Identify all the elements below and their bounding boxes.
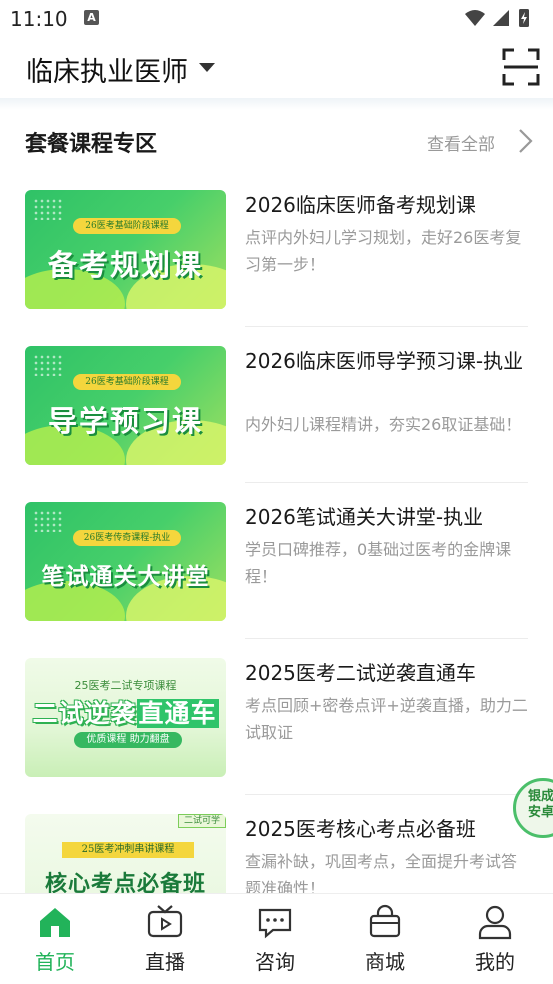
signal-icon	[493, 10, 509, 26]
home-icon	[40, 908, 70, 937]
divider	[245, 638, 528, 639]
thumbnail-title-plain: 二试逆袭	[32, 699, 137, 728]
course-name[interactable]: 2026临床医师备考规划课	[245, 190, 528, 221]
course-thumbnail[interactable]: 26医考基础阶段课程 导学预习课	[25, 346, 226, 465]
divider	[245, 326, 528, 327]
thumbnail-tag: 25医考冲刺串讲课程	[62, 842, 194, 858]
tab-label: 咨询	[255, 950, 295, 974]
divider	[245, 482, 528, 483]
status-time: 11:10	[10, 7, 68, 31]
wifi-icon	[465, 10, 485, 26]
thumbnail-title: 二试逆袭直通车	[25, 694, 226, 730]
thumbnail-title: 笔试通关大讲堂	[41, 564, 210, 590]
tab-label: 直播	[145, 950, 185, 974]
course-name[interactable]: 2025医考二试逆袭直通车	[245, 658, 528, 689]
course-description: 点评内外妇儿学习规划，走好26医考复习第一步！	[245, 228, 522, 274]
thumbnail-corner-tag: 二试可学	[178, 814, 226, 828]
tab-live[interactable]: 直播	[110, 894, 220, 984]
course-item[interactable]: 二试可学 25医考冲刺串讲课程 核心考点必备班 2025医考核心考点必备班 查漏…	[25, 814, 528, 893]
shopping-bag-icon	[369, 904, 401, 938]
tab-label: 商城	[365, 950, 405, 974]
caret-down-icon[interactable]	[199, 63, 215, 72]
thumbnail-title: 核心考点必备班	[44, 872, 206, 893]
course-name[interactable]: 2026笔试通关大讲堂-执业	[245, 502, 528, 533]
tab-label: 我的	[475, 950, 515, 974]
course-thumbnail[interactable]: 25医考二试专项课程 二试逆袭直通车 优质课程 助力翻盘	[25, 658, 226, 777]
exam-type-selector[interactable]: 临床执业医师	[26, 50, 188, 89]
course-description: 考点回顾+密卷点评+逆袭直播，助力二试取证	[245, 696, 528, 742]
decor-dots	[33, 510, 63, 532]
section-header: 套餐课程专区 查看全部	[0, 118, 553, 164]
tab-consult[interactable]: 咨询	[220, 894, 330, 984]
thumbnail-subtitle: 优质课程 助力翻盘	[74, 732, 182, 748]
course-item[interactable]: 26医考基础阶段课程 导学预习课 2026临床医师导学预习课-执业 内外妇儿课程…	[25, 346, 528, 502]
app-header: 临床执业医师	[0, 36, 553, 98]
chat-icon	[258, 908, 292, 939]
bottom-tab-bar: 首页 直播 咨询 商城 我的	[0, 893, 553, 984]
header-divider	[0, 98, 553, 110]
course-name[interactable]: 2026临床医师导学预习课-执业	[245, 346, 528, 377]
course-thumbnail[interactable]: 26医考基础阶段课程 备考规划课	[25, 190, 226, 309]
course-description: 内外妇儿课程精讲，夯实26取证基础！	[245, 415, 522, 434]
thumbnail-tag: 26医考传奇课程-执业	[73, 530, 181, 546]
status-bar: 11:10 A	[0, 0, 553, 36]
tab-home[interactable]: 首页	[0, 894, 110, 984]
course-thumbnail[interactable]: 二试可学 25医考冲刺串讲课程 核心考点必备班	[25, 814, 226, 893]
user-icon	[478, 905, 512, 940]
course-thumbnail[interactable]: 26医考传奇课程-执业 笔试通关大讲堂	[25, 502, 226, 621]
thumbnail-title: 导学预习课	[47, 404, 203, 438]
thumbnail-tag: 25医考二试专项课程	[74, 679, 177, 692]
thumbnail-tag: 26医考基础阶段课程	[73, 218, 181, 234]
divider	[245, 794, 528, 795]
chevron-right-icon[interactable]	[514, 128, 536, 154]
tv-icon	[147, 905, 183, 938]
course-name[interactable]: 2025医考核心考点必备班	[245, 814, 528, 845]
tab-label: 首页	[35, 950, 75, 974]
course-description: 学员口碑推荐，0基础过医考的金牌课程！	[245, 540, 512, 586]
floating-promo-text: 银成 安卓	[528, 789, 553, 820]
thumbnail-title-highlight: 直通车	[136, 699, 219, 728]
thumbnail-tag: 26医考基础阶段课程	[73, 374, 181, 390]
tab-me[interactable]: 我的	[440, 894, 550, 984]
status-icons	[465, 9, 529, 27]
decor-dots	[33, 198, 63, 220]
thumbnail-title: 备考规划课	[47, 248, 203, 282]
course-item[interactable]: 26医考基础阶段课程 备考规划课 2026临床医师备考规划课 点评内外妇儿学习规…	[25, 190, 528, 346]
course-description: 查漏补缺，巩固考点，全面提升考试答题准确性！	[245, 852, 518, 893]
course-item[interactable]: 26医考传奇课程-执业 笔试通关大讲堂 2026笔试通关大讲堂-执业 学员口碑推…	[25, 502, 528, 658]
notification-icon: A	[84, 10, 99, 25]
tab-shop[interactable]: 商城	[330, 894, 440, 984]
scan-icon[interactable]	[502, 48, 540, 86]
decor-dots	[33, 354, 63, 376]
section-title: 套餐课程专区	[25, 132, 158, 157]
view-all-link[interactable]: 查看全部	[427, 130, 495, 155]
course-item[interactable]: 25医考二试专项课程 二试逆袭直通车 优质课程 助力翻盘 2025医考二试逆袭直…	[25, 658, 528, 814]
